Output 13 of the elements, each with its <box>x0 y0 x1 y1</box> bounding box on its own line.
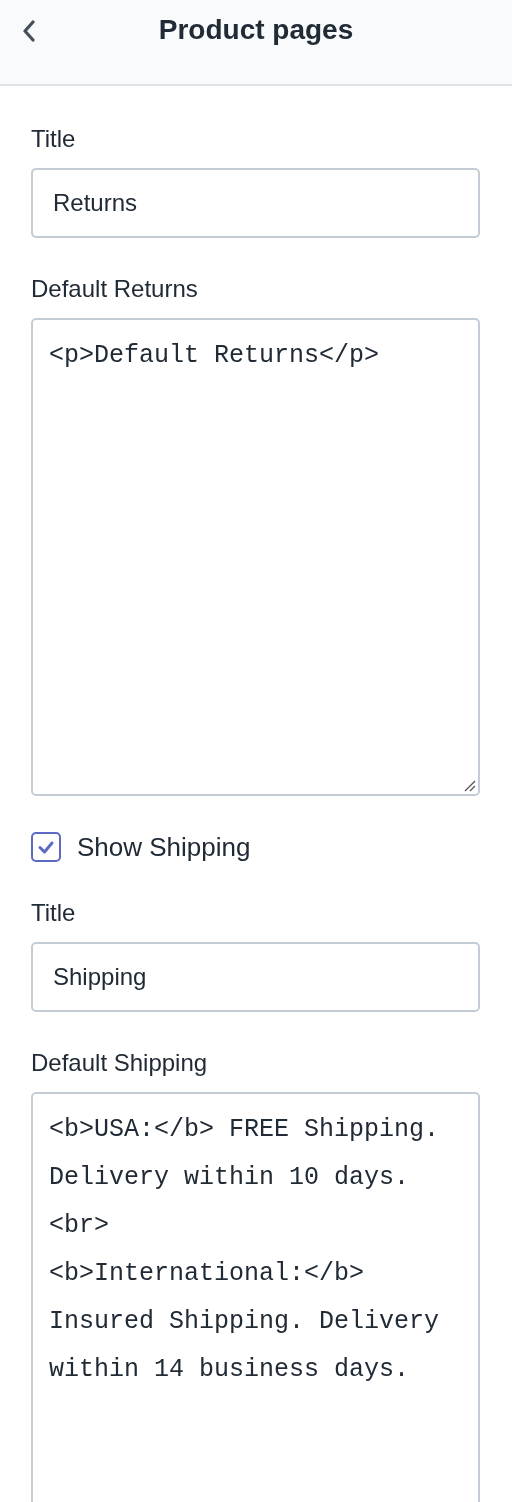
field-label: Title <box>31 898 77 928</box>
textarea-field[interactable]: <p>Default Returns</p> <box>31 318 480 796</box>
textarea-field[interactable]: <b>USA:</b> FREE Shipping. Delivery within 10 days. <br> <b>International:</b> Insured Shipping. Delivery within 14 business days. <box>31 1092 480 1502</box>
back-icon[interactable] <box>22 20 36 42</box>
field-label: Title <box>31 124 77 154</box>
text-field[interactable]: Returns <box>31 168 480 238</box>
checkbox-label: Show Shipping <box>77 832 251 862</box>
field-label: Default Returns <box>31 274 199 304</box>
checkbox[interactable] <box>31 832 61 862</box>
page-title: Product pages <box>158 13 354 47</box>
resize-grip-icon[interactable] <box>464 780 476 792</box>
field-label: Default Shipping <box>31 1048 209 1078</box>
text-field[interactable]: Shipping <box>31 942 480 1012</box>
